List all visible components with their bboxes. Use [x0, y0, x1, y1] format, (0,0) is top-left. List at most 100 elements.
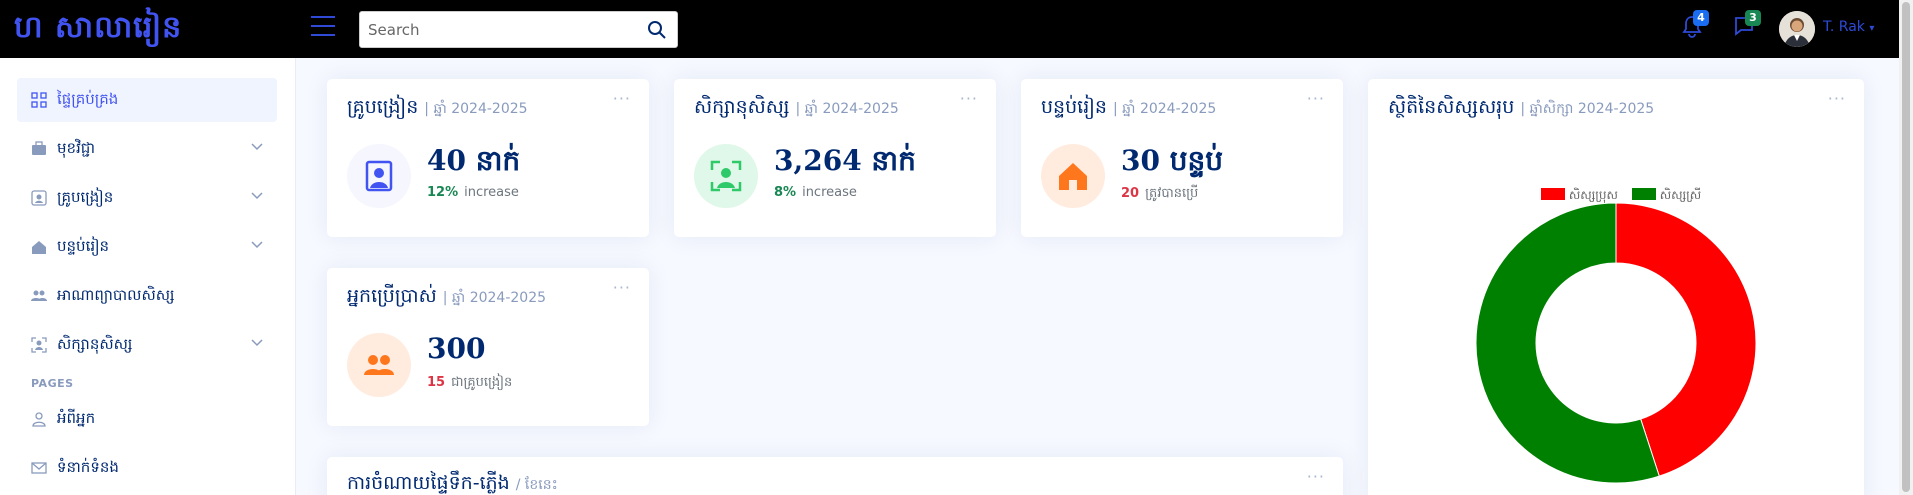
sidebar-item-label: មុខវិជ្ជា [57, 139, 96, 157]
house-icon [32, 241, 46, 254]
briefcase-icon [32, 141, 46, 155]
app-logo[interactable]: ហ សាលារៀន [14, 8, 182, 52]
legend-swatch [1540, 188, 1565, 200]
more-options-button[interactable]: ··· [1828, 89, 1846, 108]
sidebar-item-contact[interactable]: ទំនាក់ទំនង [17, 446, 277, 490]
more-options-button[interactable]: ··· [960, 89, 978, 108]
envelope-icon [31, 462, 47, 474]
user-avatar[interactable] [1779, 11, 1815, 47]
chevron-down-icon [251, 192, 263, 200]
chat-icon[interactable]: 3 [1733, 10, 1761, 40]
stat-percent: 15 [427, 375, 446, 390]
legend-label: សិស្សប្រុស [1568, 188, 1618, 202]
pages-heading: PAGES [31, 377, 74, 390]
stat-percent: 8% [774, 185, 797, 200]
sidebar-item-label: សិក្សានុសិស្ស [57, 335, 133, 353]
caret-down-icon: ▾ [1869, 23, 1875, 34]
legend-label: សិស្សស្រី [1659, 188, 1702, 202]
message-badge: 3 [1745, 10, 1761, 26]
legend-swatch [1631, 188, 1656, 200]
user-dropdown[interactable]: T. Rak ▾ [1823, 19, 1874, 35]
sidebar-item-label: ទំនាក់ទំនង [57, 458, 119, 476]
sidebar-item-dashboard[interactable]: ផ្ទៃគ្រប់គ្រង [17, 78, 277, 122]
card-title: ស្ថិតិនៃសិស្សសរុប | ឆ្នាំសិក្សា 2024-202… [1388, 95, 1654, 123]
card-title-text: អ្នកប្រើប្រាស់ [347, 285, 437, 307]
card-subtitle: | ឆ្នាំ 2024-2025 [1113, 101, 1217, 117]
classrooms-card: បន្ទប់រៀន | ឆ្នាំ 2024-2025 ··· 30 បន្ទប… [1021, 79, 1343, 237]
bell-icon[interactable]: 4 [1681, 10, 1709, 40]
card-title-text: គ្រូបង្រៀន [347, 96, 419, 118]
sidebar-item-label: អាណាព្យាបាលសិស្ស [57, 286, 175, 304]
search-icon[interactable] [647, 20, 667, 40]
sidebar-item-profile[interactable]: អំពីអ្នក [17, 397, 277, 441]
sidebar: ផ្ទៃគ្រប់គ្រង មុខវិជ្ជា គ្រូបង្រៀន បន្ទប… [0, 58, 296, 495]
card-title-text: ស្ថិតិនៃសិស្សសរុប [1388, 96, 1515, 118]
sidebar-item-label: បន្ទប់រៀន [57, 237, 110, 255]
chevron-down-icon [251, 241, 263, 249]
stat-value: 300 [427, 332, 486, 365]
sidebar-item-guardians[interactable]: អាណាព្យាបាលសិស្ស [17, 274, 277, 318]
person-badge-icon [31, 190, 47, 206]
chevron-down-icon [251, 339, 263, 347]
more-options-button[interactable]: ··· [613, 89, 631, 108]
search-bar [359, 11, 678, 48]
stat-footer: 15 ជាគ្រូបង្រៀន [427, 374, 512, 393]
student-stats-card: ស្ថិតិនៃសិស្សសរុប | ឆ្នាំសិក្សា 2024-202… [1368, 79, 1864, 495]
house-icon [1041, 144, 1105, 208]
card-subtitle: | ឆ្នាំ 2024-2025 [442, 290, 547, 306]
sidebar-item-classrooms[interactable]: បន្ទប់រៀន [17, 225, 277, 269]
stat-percent: 12% [427, 185, 459, 200]
page-scrollbar[interactable] [1899, 0, 1913, 495]
doughnut-chart [1476, 203, 1756, 483]
users-card: អ្នកប្រើប្រាស់ | ឆ្នាំ 2024-2025 ··· 300… [327, 268, 649, 426]
chevron-down-icon [251, 143, 263, 151]
person-bounding-icon [694, 144, 758, 208]
stat-value: 30 បន្ទប់ [1121, 144, 1224, 177]
stat-value: 40 នាក់ [427, 144, 521, 177]
sidebar-item-students[interactable]: សិក្សានុសិស្ស [17, 323, 277, 367]
stat-footer: 8% increase [774, 185, 857, 200]
sidebar-item-subjects[interactable]: មុខវិជ្ជា [17, 127, 277, 171]
stat-note: ជាគ្រូបង្រៀន [451, 375, 513, 390]
card-title: បន្ទប់រៀន | ឆ្នាំ 2024-2025 [1041, 95, 1216, 123]
card-subtitle: | ឆ្នាំ 2024-2025 [795, 101, 899, 117]
person-bounding-icon [31, 337, 47, 353]
person-icon [32, 412, 46, 427]
search-input[interactable] [368, 20, 628, 40]
sidebar-item-label: ផ្ទៃគ្រប់គ្រង [57, 90, 119, 108]
card-title: អ្នកប្រើប្រាស់ | ឆ្នាំ 2024-2025 [347, 284, 546, 312]
card-subtitle: | ឆ្នាំសិក្សា 2024-2025 [1520, 101, 1655, 117]
people-icon [31, 290, 47, 301]
hamburger-menu-icon[interactable] [311, 16, 335, 38]
stat-percent: 20 [1121, 186, 1140, 201]
students-card: សិក្សានុសិស្ស | ឆ្នាំ 2024-2025 ··· 3,26… [674, 79, 996, 237]
more-options-button[interactable]: ··· [613, 278, 631, 297]
scrollbar-thumb[interactable] [1902, 2, 1910, 492]
more-options-button[interactable]: ··· [1307, 467, 1325, 486]
card-title: សិក្សានុសិស្ស | ឆ្នាំ 2024-2025 [694, 95, 899, 123]
utility-expense-card: ការចំណាយផ្ទៃទឹក-ភ្លើង / ខែនេះ ··· [327, 457, 1343, 495]
stat-note: ត្រូវបានប្រើ [1145, 186, 1199, 201]
card-title: គ្រូបង្រៀន | ឆ្នាំ 2024-2025 [347, 95, 528, 123]
card-title: ការចំណាយផ្ទៃទឹក-ភ្លើង / ខែនេះ [347, 471, 558, 495]
grid-icon [31, 92, 47, 108]
stat-footer: 12% increase [427, 185, 519, 200]
card-subtitle: | ឆ្នាំ 2024-2025 [424, 101, 528, 117]
teachers-card: គ្រូបង្រៀន | ឆ្នាំ 2024-2025 ··· 40 នាក់… [327, 79, 649, 237]
card-title-text: ការចំណាយផ្ទៃទឹក-ភ្លើង [347, 472, 510, 494]
stat-note: increase [464, 185, 519, 200]
sidebar-item-label: គ្រូបង្រៀន [57, 188, 114, 206]
notification-badge: 4 [1693, 10, 1709, 26]
stat-value: 3,264 នាក់ [774, 144, 916, 177]
teacher-board-icon [347, 144, 411, 208]
stat-footer: 20 ត្រូវបានប្រើ [1121, 185, 1198, 204]
card-title-text: បន្ទប់រៀន [1041, 96, 1107, 118]
stat-note: increase [802, 185, 857, 200]
sidebar-item-teachers[interactable]: គ្រូបង្រៀន [17, 176, 277, 220]
people-icon [347, 333, 411, 397]
user-name-label: T. Rak [1823, 19, 1865, 35]
top-header: ហ សាលារៀន 4 3 T. Rak ▾ [0, 0, 1913, 58]
more-options-button[interactable]: ··· [1307, 89, 1325, 108]
card-title-text: សិក្សានុសិស្ស [694, 96, 790, 118]
card-subtitle: / ខែនេះ [515, 477, 558, 493]
